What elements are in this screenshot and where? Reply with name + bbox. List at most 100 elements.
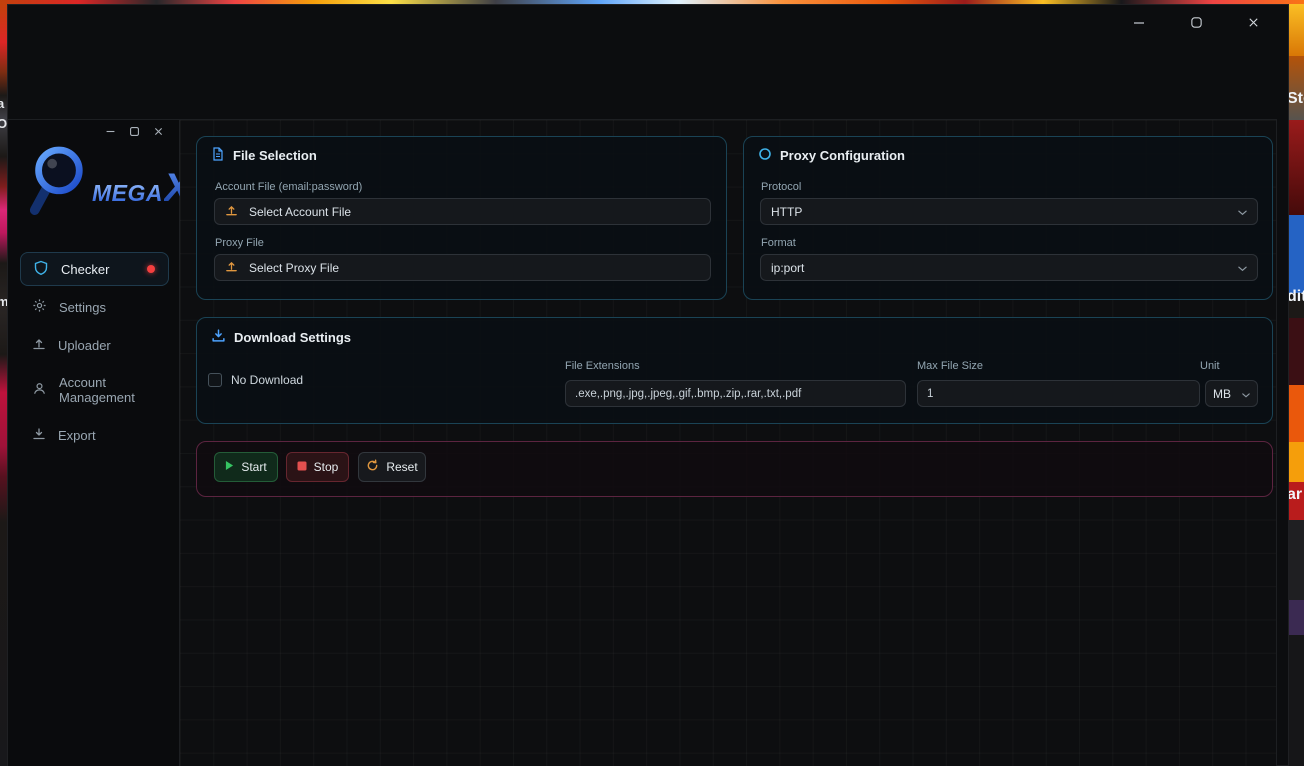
panel-title-text: Download Settings: [234, 330, 351, 345]
sidebar-item-settings[interactable]: Settings: [20, 290, 169, 324]
bg-segment: [1289, 635, 1304, 766]
sidebar: MEGA X Checker Settings Uploader: [8, 120, 180, 766]
chevron-down-icon: [1238, 205, 1247, 219]
format-label: Format: [761, 237, 796, 249]
notification-dot: [147, 265, 155, 273]
stop-icon: [297, 460, 307, 474]
actions-panel: Start Stop Reset: [196, 441, 1273, 497]
download-settings-panel: Download Settings No Download File Exten…: [196, 317, 1273, 424]
protocol-select[interactable]: HTTP: [760, 198, 1258, 225]
minimize-icon: [105, 125, 116, 140]
sidebar-item-label: Settings: [59, 300, 106, 315]
sidebar-item-label: Export: [58, 428, 96, 443]
upload-icon: [225, 260, 238, 276]
background-text-fragment: a: [0, 96, 4, 111]
select-account-file-button[interactable]: Select Account File: [214, 198, 711, 225]
select-value: ip:port: [771, 261, 804, 275]
button-label: Reset: [386, 460, 417, 474]
close-icon: [153, 125, 164, 140]
select-value: MB: [1213, 387, 1231, 401]
bg-segment: [1289, 385, 1304, 442]
sidebar-item-label: Account Management: [59, 375, 157, 405]
reset-icon: [366, 459, 379, 475]
bg-segment: [1289, 56, 1304, 120]
chevron-down-icon: [1242, 387, 1250, 401]
checkbox-label: No Download: [231, 373, 303, 387]
account-file-label: Account File (email:password): [215, 181, 362, 193]
select-proxy-file-button[interactable]: Select Proxy File: [214, 254, 711, 281]
select-value: HTTP: [771, 205, 802, 219]
download-icon: [211, 328, 226, 346]
bg-segment: [1289, 120, 1304, 215]
button-label: Select Account File: [249, 205, 351, 219]
maximize-icon: [129, 125, 140, 140]
app-window: MEGA X Checker Settings Uploader: [7, 4, 1289, 766]
app-close-button[interactable]: [149, 123, 167, 141]
magnifier-icon: [26, 142, 88, 229]
sidebar-item-label: Checker: [61, 262, 109, 277]
window-close-button[interactable]: [1238, 11, 1268, 37]
background-text-fragment: dit: [1287, 288, 1304, 306]
ring-icon: [758, 147, 772, 164]
main-content: File Selection Account File (email:passw…: [180, 120, 1276, 766]
file-extensions-label: File Extensions: [565, 360, 640, 372]
window-maximize-button[interactable]: [1181, 11, 1211, 37]
file-extensions-input[interactable]: [565, 380, 906, 407]
sidebar-item-account-management[interactable]: Account Management: [20, 366, 169, 414]
file-selection-panel: File Selection Account File (email:passw…: [196, 136, 727, 300]
document-icon: [211, 147, 225, 164]
upload-icon: [32, 337, 46, 354]
format-select[interactable]: ip:port: [760, 254, 1258, 281]
no-download-checkbox[interactable]: [208, 373, 222, 387]
background-text-fragment: Sto: [1287, 90, 1304, 108]
gear-icon: [32, 298, 47, 316]
bg-segment: [1289, 215, 1304, 293]
window-minimize-button[interactable]: [1124, 11, 1154, 37]
logo-mega: MEGA: [92, 180, 163, 207]
chevron-down-icon: [1238, 261, 1247, 275]
stop-button[interactable]: Stop: [286, 452, 349, 482]
proxy-configuration-panel: Proxy Configuration Protocol HTTP Format…: [743, 136, 1273, 300]
button-label: Select Proxy File: [249, 261, 339, 275]
maximize-icon: [1190, 16, 1203, 32]
desktop: a O m Sto dit ar: [0, 0, 1304, 766]
desktop-background-right: Sto dit ar: [1289, 4, 1304, 766]
panel-title-text: Proxy Configuration: [780, 148, 905, 163]
bg-segment: [1289, 600, 1304, 635]
button-label: Start: [241, 460, 266, 474]
desktop-background-left: a O m: [0, 4, 7, 766]
sidebar-item-checker[interactable]: Checker: [20, 252, 169, 286]
max-file-size-input[interactable]: [917, 380, 1200, 407]
play-icon: [225, 460, 234, 474]
logo-text: MEGA X: [92, 166, 191, 211]
panel-title: File Selection: [211, 147, 317, 164]
sidebar-item-export[interactable]: Export: [20, 418, 169, 452]
checker-app: MEGA X Checker Settings Uploader: [8, 119, 1277, 766]
bg-segment: [1289, 520, 1304, 600]
app-maximize-button[interactable]: [125, 123, 143, 141]
reset-button[interactable]: Reset: [358, 452, 426, 482]
minimize-icon: [1132, 16, 1146, 33]
proxy-file-label: Proxy File: [215, 237, 264, 249]
bg-segment: [1289, 442, 1304, 482]
sidebar-item-uploader[interactable]: Uploader: [20, 328, 169, 362]
background-text-fragment: ar: [1287, 486, 1302, 504]
panel-title: Download Settings: [211, 328, 351, 346]
shield-icon: [33, 260, 49, 279]
start-button[interactable]: Start: [214, 452, 278, 482]
panel-title: Proxy Configuration: [758, 147, 905, 164]
no-download-row: No Download: [208, 373, 303, 387]
max-file-size-label: Max File Size: [917, 360, 983, 372]
button-label: Stop: [314, 460, 339, 474]
unit-label: Unit: [1200, 360, 1220, 372]
protocol-label: Protocol: [761, 181, 801, 193]
unit-select[interactable]: MB: [1205, 380, 1258, 407]
upload-icon: [225, 204, 238, 220]
bg-segment: [1289, 4, 1304, 56]
user-icon: [32, 381, 47, 399]
app-minimize-button[interactable]: [101, 123, 119, 141]
bg-segment: [1289, 318, 1304, 385]
app-logo: MEGA X: [18, 140, 176, 235]
close-icon: [1247, 16, 1260, 32]
download-icon: [32, 427, 46, 444]
